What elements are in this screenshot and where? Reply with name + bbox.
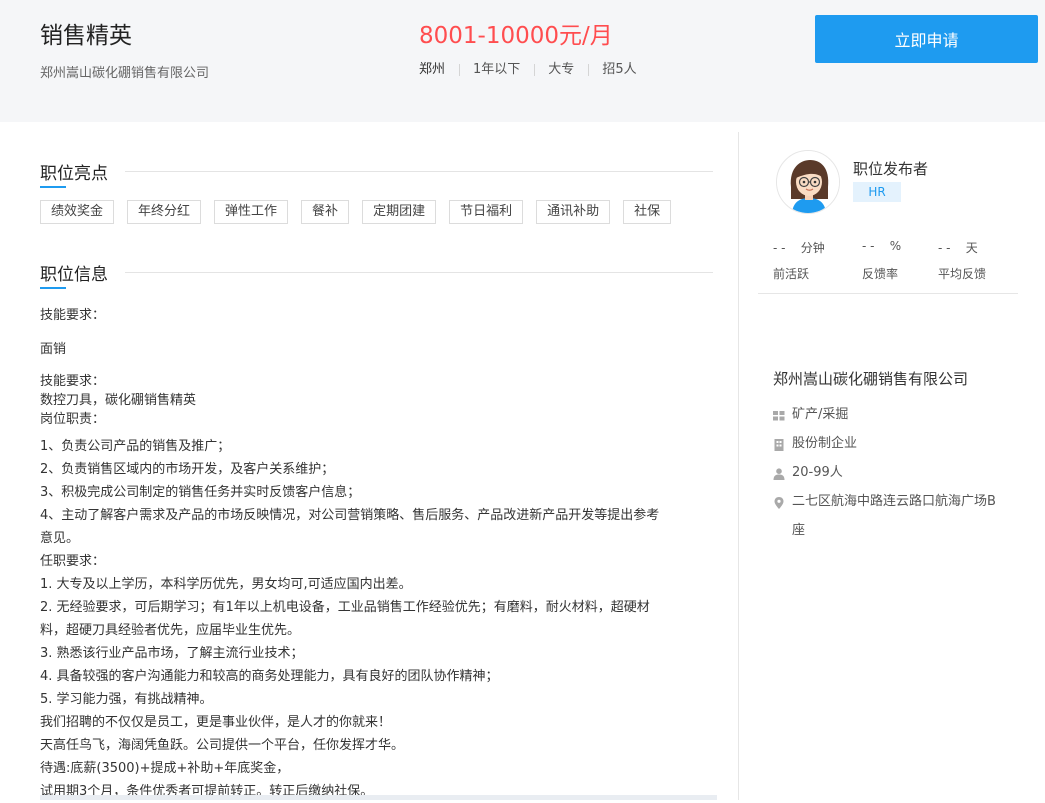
meta-experience: 1年以下 (459, 62, 534, 78)
avatar-illustration-icon (777, 151, 839, 213)
tag: 定期团建 (362, 200, 437, 224)
tag: 节日福利 (449, 200, 524, 224)
section-bottom-bar (40, 795, 717, 800)
desc-line: 我们招聘的不仅仅是员工，更是事业伙伴，是人才的你就来！ (40, 715, 392, 730)
meta-education: 大专 (534, 62, 588, 78)
location-pin-icon (773, 497, 785, 509)
desc-line: 岗位职责： (40, 412, 106, 427)
stat-active: - - 分钟 前活跃 (773, 239, 825, 282)
job-detail: 职位亮点 绩效奖金 年终分红 弹性工作 餐补 定期团建 节日福利 通讯补助 社保… (40, 122, 717, 800)
publisher-avatar (776, 150, 840, 214)
desc-line: 任职要求： (40, 554, 106, 569)
stat-label: 前活跃 (773, 267, 810, 281)
column-divider (738, 132, 739, 800)
apply-button[interactable]: 立即申请 (815, 15, 1038, 63)
desc-line: 2、负责销售区域内的市场开发，及客户关系维护； (40, 462, 335, 477)
tag: 弹性工作 (214, 200, 289, 224)
desc-line: 5. 学习能力强，有挑战精神。 (40, 692, 213, 707)
meta-headcount: 招5人 (588, 62, 650, 78)
info-heading: 职位信息 (40, 260, 717, 289)
tag: 社保 (623, 200, 672, 224)
job-title: 销售精英 (40, 23, 132, 49)
salary: 8001-10000元/月 (419, 23, 613, 49)
desc-line: 4. 具备较强的客户沟通能力和较高的商务处理能力，具有良好的团队协作精神； (40, 669, 499, 684)
stat-value: - - 分钟 (773, 241, 825, 255)
stat-avg-feedback: - - 天 平均反馈 (938, 239, 986, 282)
publisher-stats: - - 分钟 前活跃 - - % 反馈率 - - 天 平均反馈 (773, 239, 1013, 284)
company-size: 20-99人 (773, 465, 1013, 487)
person-icon (773, 468, 785, 480)
job-meta: 郑州 1年以下 大专 招5人 (419, 62, 651, 78)
stat-feedback-rate: - - % 反馈率 (862, 239, 901, 282)
tag: 年终分红 (127, 200, 202, 224)
company-name[interactable]: 郑州嵩山碳化硼销售有限公司 (773, 368, 968, 389)
hr-badge: HR (853, 182, 901, 202)
grid-icon (773, 410, 785, 422)
sidebar-divider (758, 293, 1018, 294)
desc-line: 待遇:底薪(3500)+提成+补助+年底奖金， (40, 761, 290, 776)
info-title: 职位信息 (40, 260, 120, 285)
desc-line: 天高任鸟飞，海阔凭鱼跃。公司提供一个平台，任你发挥才华。 (40, 738, 405, 753)
meta-location: 郑州 (419, 62, 446, 77)
publisher-title: 职位发布者 (853, 160, 929, 178)
skills-label: 技能要求： (40, 308, 106, 323)
address-line: 二七区航海中路连云路口航海广场B (792, 494, 996, 509)
heading-divider (125, 272, 713, 273)
highlights-title: 职位亮点 (40, 159, 120, 184)
heading-divider (125, 171, 713, 172)
stat-value: - - % (862, 239, 902, 253)
skills-value: 面销 (40, 342, 67, 357)
tag: 通讯补助 (536, 200, 611, 224)
desc-line: 4、主动了解客户需求及产品的市场反映情况，对公司营销策略、售后服务、产品改进新产… (40, 508, 660, 523)
desc-line: 意见。 (40, 531, 80, 546)
tag: 绩效奖金 (40, 200, 115, 224)
desc-line: 3. 熟悉该行业产品市场，了解主流行业技术； (40, 646, 304, 661)
heading-accent (40, 186, 66, 188)
desc-line: 3、积极完成公司制定的销售任务并实时反馈客户信息； (40, 485, 361, 500)
company-industry: 矿产/采掘 (773, 407, 1013, 429)
address-line: 座 (792, 523, 806, 538)
desc-line: 料，超硬刀具经验者优先，应届毕业生优先。 (40, 623, 301, 638)
company-link[interactable]: 郑州嵩山碳化硼销售有限公司 (40, 62, 209, 81)
job-header: 销售精英 郑州嵩山碳化硼销售有限公司 8001-10000元/月 郑州 1年以下… (0, 0, 1045, 122)
heading-accent (40, 287, 66, 289)
company-type: 股份制企业 (773, 436, 1013, 458)
tag: 餐补 (301, 200, 350, 224)
desc-line: 2. 无经验要求，可后期学习；有1年以上机电设备，工业品销售工作经验优先；有磨料… (40, 600, 650, 615)
desc-line: 1. 大专及以上学历，本科学历优先，男女均可,可适应国内出差。 (40, 577, 412, 592)
job-description: 技能要求： 面销 技能要求： 数控刀具，碳化硼销售精英 岗位职责： 1、负责公司… (40, 304, 717, 803)
stat-value: - - 天 (938, 241, 978, 255)
stat-label: 平均反馈 (938, 267, 987, 281)
company-address: 二七区航海中路连云路口航海广场B 座 (773, 494, 1013, 545)
type-text: 股份制企业 (792, 436, 858, 451)
size-text: 20-99人 (792, 465, 843, 480)
stat-label: 反馈率 (862, 267, 899, 281)
desc-line: 技能要求： (40, 374, 106, 389)
highlight-tags: 绩效奖金 年终分红 弹性工作 餐补 定期团建 节日福利 通讯补助 社保 (40, 200, 684, 224)
highlights-heading: 职位亮点 (40, 159, 717, 188)
desc-line: 1、负责公司产品的销售及推广； (40, 439, 231, 454)
desc-line: 数控刀具，碳化硼销售精英 (40, 393, 197, 408)
industry-text: 矿产/采掘 (792, 407, 849, 422)
building-icon (773, 439, 785, 451)
address-text: 二七区航海中路连云路口航海广场B 座 (792, 487, 996, 545)
